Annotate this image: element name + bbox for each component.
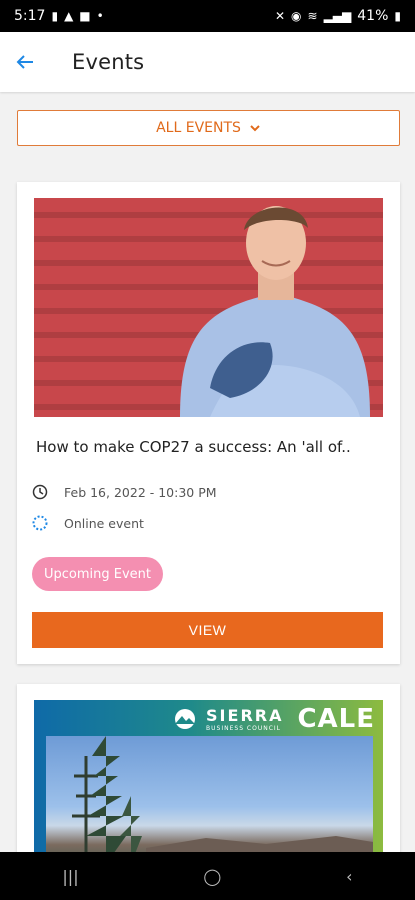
home-icon[interactable]: ◯ bbox=[203, 867, 221, 886]
dot-icon: • bbox=[96, 9, 104, 23]
app-icon: ■ bbox=[79, 9, 91, 23]
events-filter-dropdown[interactable]: ALL EVENTS bbox=[17, 110, 400, 146]
back-button[interactable] bbox=[0, 32, 50, 92]
hotspot-icon: ◉ bbox=[291, 9, 302, 23]
event-date: Feb 16, 2022 - 10:30 PM bbox=[64, 484, 217, 500]
event-date-row: Feb 16, 2022 - 10:30 PM bbox=[32, 484, 217, 500]
filter-label: ALL EVENTS bbox=[156, 120, 241, 136]
page-title: Events bbox=[72, 50, 145, 74]
event-card[interactable]: How to make COP27 a success: An 'all of.… bbox=[17, 182, 400, 664]
clock-icon bbox=[32, 484, 48, 500]
wifi-icon: ≋ bbox=[307, 9, 318, 23]
status-bar: 5:17 ▮ ▲ ■ • ✕ ◉ ≋ ▂▄▆ 41% ▮ bbox=[0, 0, 415, 32]
cell-signal-icon: ▂▄▆ bbox=[323, 9, 352, 23]
mountain-logo-icon bbox=[175, 709, 196, 729]
sierra-logo: SIERRA BUSINESS COUNCIL CALE bbox=[172, 704, 375, 734]
back-nav-icon[interactable]: ‹ bbox=[346, 867, 352, 886]
landscape-photo bbox=[46, 736, 373, 864]
signal-icon: ▮ bbox=[51, 9, 59, 23]
arrow-back-icon bbox=[16, 55, 33, 69]
logo-name: SIERRA bbox=[206, 706, 284, 725]
status-badge: Upcoming Event bbox=[32, 557, 164, 591]
notification-icon: ▲ bbox=[64, 9, 74, 23]
event-image: SIERRA BUSINESS COUNCIL CALE bbox=[34, 700, 383, 864]
system-nav-bar: ||| ◯ ‹ bbox=[0, 852, 415, 900]
event-image bbox=[34, 198, 383, 417]
recents-icon[interactable]: ||| bbox=[62, 867, 78, 886]
chevron-down-icon bbox=[250, 125, 260, 132]
event-location-row: Online event bbox=[32, 515, 144, 531]
view-button[interactable]: VIEW bbox=[32, 612, 383, 648]
status-time: 5:17 bbox=[14, 8, 46, 24]
battery-icon: ▮ bbox=[394, 9, 401, 23]
logo-subtitle: BUSINESS COUNCIL bbox=[206, 725, 282, 732]
app-bar: Events bbox=[0, 32, 415, 92]
mute-icon: ✕ bbox=[274, 9, 286, 23]
banner-text: CALE bbox=[297, 704, 375, 734]
online-icon bbox=[32, 515, 48, 531]
event-location: Online event bbox=[64, 515, 144, 531]
battery-text: 41% bbox=[357, 8, 389, 24]
event-title: How to make COP27 a success: An 'all of.… bbox=[36, 438, 351, 456]
event-card[interactable]: SIERRA BUSINESS COUNCIL CALE bbox=[17, 684, 400, 864]
